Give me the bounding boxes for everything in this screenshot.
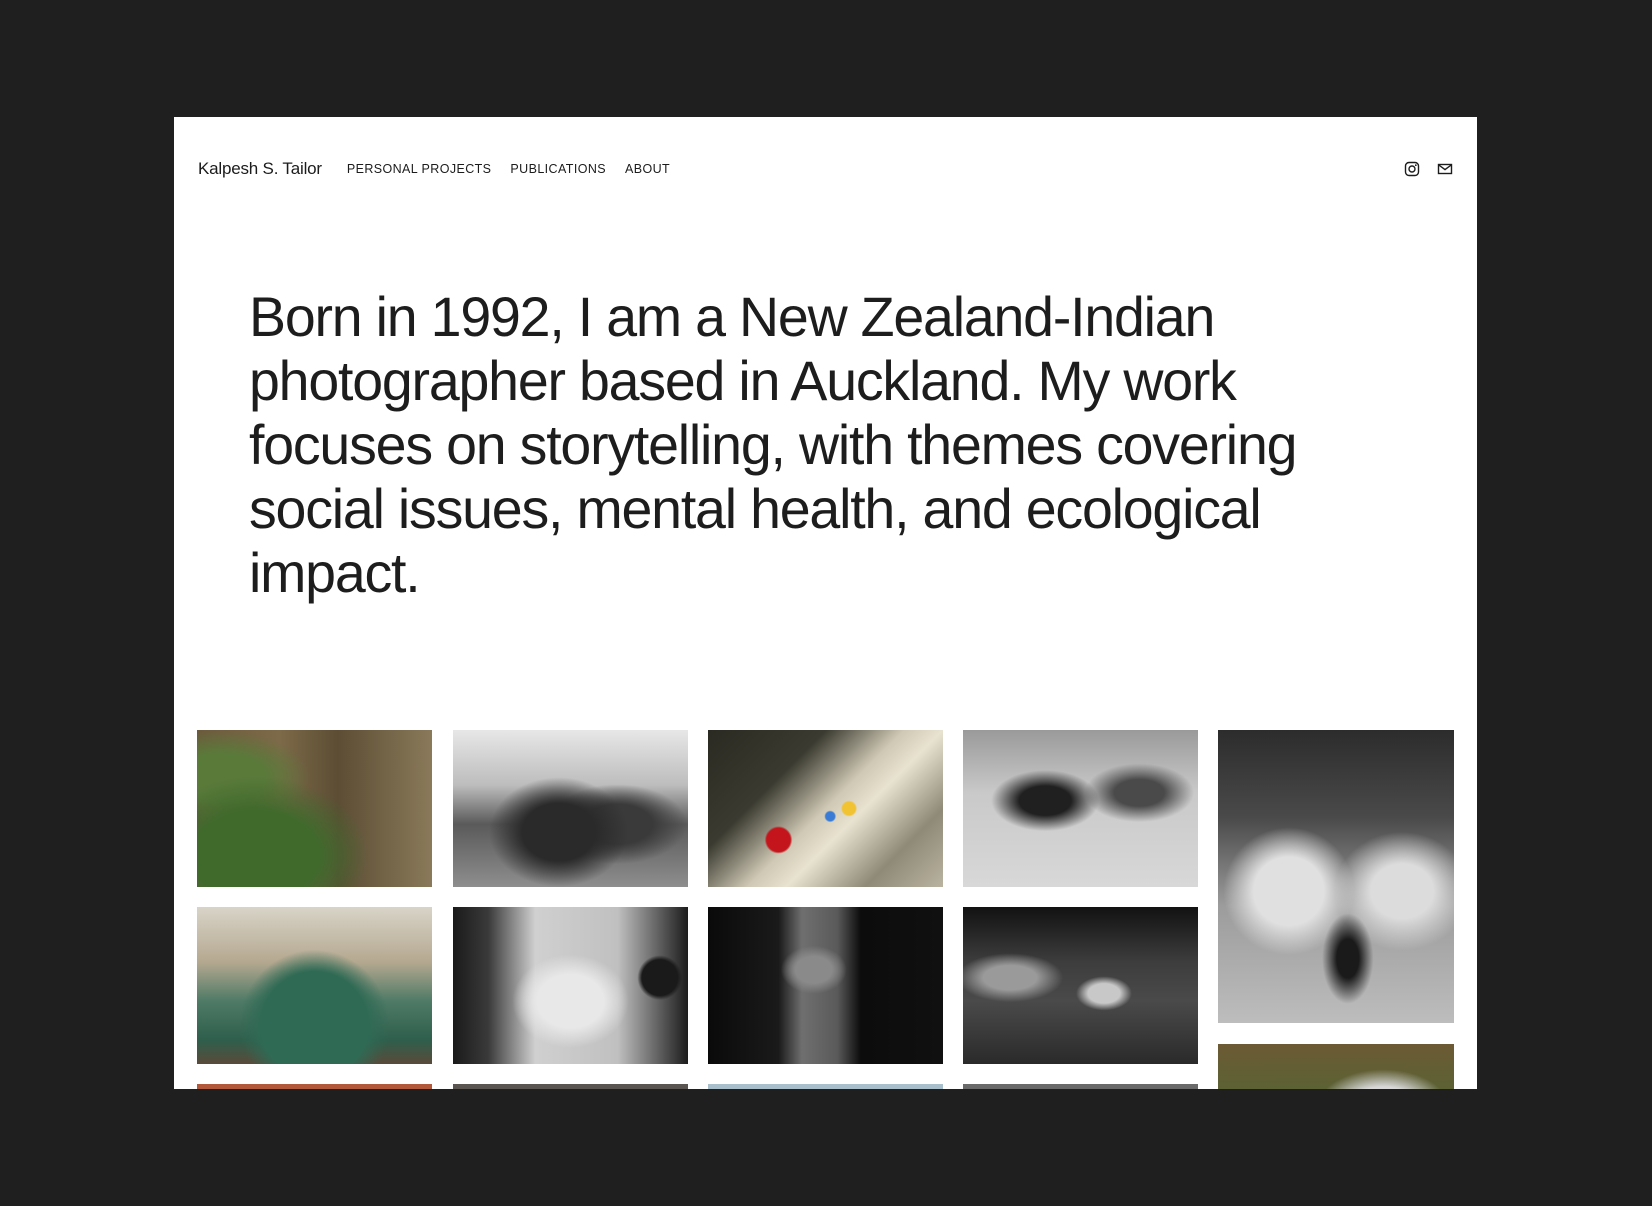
nav-personal-projects[interactable]: PERSONAL PROJECTS: [347, 162, 492, 176]
photo-row3-2[interactable]: [453, 1084, 688, 1089]
mail-icon[interactable]: [1437, 161, 1453, 177]
photo-man-trucks[interactable]: [1218, 730, 1454, 1023]
instagram-icon[interactable]: [1404, 161, 1420, 177]
page-frame: Kalpesh S. Tailor PERSONAL PROJECTS PUBL…: [174, 117, 1477, 1089]
photo-rickshaw-woman[interactable]: [453, 907, 688, 1064]
social-links: [1404, 161, 1453, 177]
photo-dark-window[interactable]: [708, 907, 943, 1064]
photo-gallery: [197, 730, 1455, 1089]
photo-green-truck[interactable]: [197, 907, 432, 1064]
photo-row3-1[interactable]: [197, 1084, 432, 1089]
photo-row3-3[interactable]: [708, 1084, 943, 1089]
photo-street-color[interactable]: [1218, 1044, 1454, 1089]
nav-publications[interactable]: PUBLICATIONS: [510, 162, 606, 176]
intro-statement: Born in 1992, I am a New Zealand-Indian …: [249, 286, 1297, 604]
site-brand[interactable]: Kalpesh S. Tailor: [198, 159, 322, 179]
photo-row3-4[interactable]: [963, 1084, 1198, 1089]
photo-market-boy[interactable]: [963, 907, 1198, 1064]
nav-menu: PERSONAL PROJECTS PUBLICATIONS ABOUT: [347, 162, 670, 176]
photo-street-crowd-umbrella[interactable]: [963, 730, 1198, 887]
photo-boys-market[interactable]: [453, 730, 688, 887]
top-nav: Kalpesh S. Tailor PERSONAL PROJECTS PUBL…: [198, 157, 1453, 181]
photo-still-life-sunlight[interactable]: [708, 730, 943, 887]
nav-about[interactable]: ABOUT: [625, 162, 670, 176]
photo-stone-house-garden[interactable]: [197, 730, 432, 887]
